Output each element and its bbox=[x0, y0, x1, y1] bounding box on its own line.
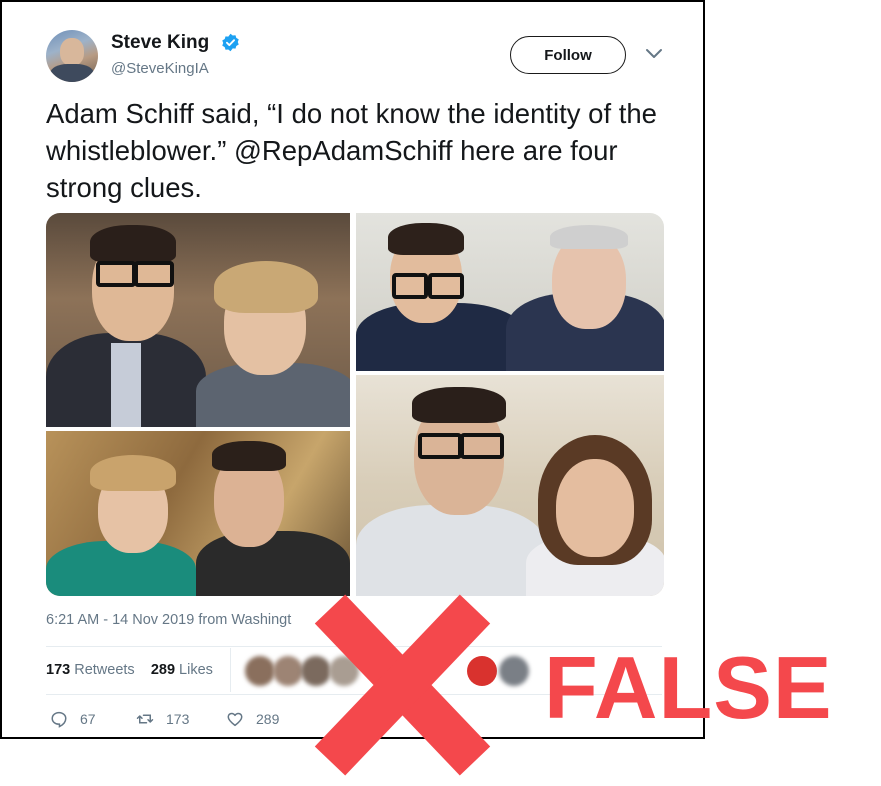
author-handle[interactable]: @SteveKingIA bbox=[111, 60, 209, 77]
retweet-icon bbox=[136, 714, 154, 724]
false-x-icon bbox=[314, 594, 491, 776]
tweet-text: Adam Schiff said, “I do not know the ide… bbox=[46, 98, 657, 203]
likes-label: Likes bbox=[179, 662, 213, 678]
likes-count: 289 bbox=[150, 662, 176, 678]
reply-count: 67 bbox=[80, 711, 96, 727]
liker-avatar[interactable] bbox=[273, 656, 303, 686]
author-display-name[interactable]: Steve King bbox=[111, 32, 209, 54]
heart-icon bbox=[227, 712, 243, 727]
chevron-down-icon[interactable] bbox=[645, 47, 663, 61]
verdict-label: FALSE bbox=[544, 638, 833, 737]
media-photo-2[interactable] bbox=[356, 213, 664, 371]
media-photo-3[interactable] bbox=[46, 431, 350, 596]
retweets-count: 173 bbox=[46, 662, 71, 678]
media-photo-1[interactable] bbox=[46, 213, 350, 427]
tweet-timestamp[interactable]: 6:21 AM - 14 Nov 2019 from Washingt bbox=[46, 612, 291, 628]
avatar-shirt bbox=[50, 64, 94, 82]
verified-badge-icon bbox=[222, 33, 239, 52]
retweets-label: Retweets bbox=[74, 662, 135, 678]
follow-button[interactable]: Follow bbox=[510, 36, 626, 74]
retweet-count: 173 bbox=[166, 711, 190, 727]
media-photo-4[interactable] bbox=[356, 375, 664, 596]
avatar[interactable] bbox=[46, 30, 98, 82]
media-grid[interactable] bbox=[46, 213, 664, 596]
tweet-stats: 173 Retweets 289 Likes bbox=[46, 662, 213, 678]
reply-icon bbox=[51, 711, 67, 728]
like-count: 289 bbox=[256, 711, 280, 727]
likes-stat[interactable]: 289 Likes bbox=[151, 662, 213, 678]
retweets-stat[interactable]: 173 Retweets bbox=[46, 662, 135, 678]
reply-action[interactable]: 67 bbox=[50, 710, 96, 728]
retweet-action[interactable]: 173 bbox=[136, 710, 189, 728]
like-action[interactable]: 289 bbox=[226, 710, 279, 728]
avatar-face bbox=[60, 38, 84, 66]
liker-avatar[interactable] bbox=[245, 656, 275, 686]
